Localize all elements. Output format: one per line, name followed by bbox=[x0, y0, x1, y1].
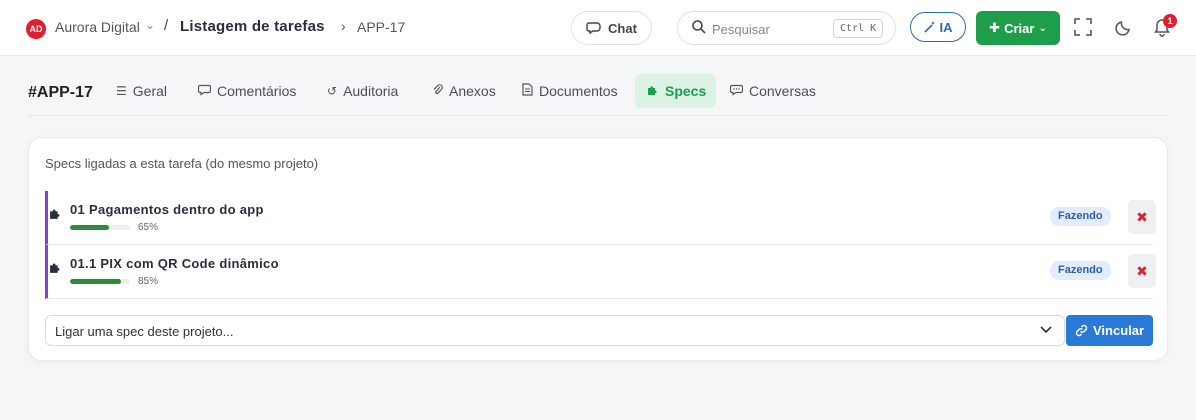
tab-conversas[interactable]: Conversas bbox=[718, 74, 828, 108]
create-label: Criar bbox=[1004, 20, 1035, 36]
breadcrumb-separator: / bbox=[164, 17, 169, 34]
spec-row[interactable]: 01 Pagamentos dentro do app 65% Fazendo … bbox=[45, 191, 1156, 245]
specs-card: Specs ligadas a esta tarefa (do mesmo pr… bbox=[28, 137, 1168, 361]
top-bar: AD Aurora Digital ⌄ / Listagem de tarefa… bbox=[0, 0, 1196, 56]
fullscreen-icon[interactable] bbox=[1072, 15, 1094, 39]
list-icon: ☰ bbox=[116, 84, 127, 98]
tabs-divider bbox=[28, 115, 1168, 116]
link-spec-label: Vincular bbox=[1092, 323, 1145, 338]
link-spec-button[interactable]: Vincular bbox=[1066, 315, 1153, 346]
comment-icon bbox=[197, 84, 212, 99]
chat-label: Chat bbox=[608, 20, 637, 36]
spec-name[interactable]: 01 Pagamentos dentro do app bbox=[70, 202, 264, 217]
tab-label: Conversas bbox=[749, 83, 816, 99]
tab-documentos[interactable]: Documentos bbox=[510, 74, 630, 108]
search-box[interactable]: Ctrl K bbox=[677, 11, 896, 45]
history-icon: ↺ bbox=[327, 84, 338, 98]
chevron-down-icon bbox=[1039, 322, 1053, 339]
plus-icon: ✚ bbox=[989, 20, 1001, 35]
paperclip-icon bbox=[432, 83, 443, 99]
status-badge: Fazendo bbox=[1050, 261, 1111, 280]
tab-label: Comentários bbox=[217, 83, 297, 99]
spec-progress-fill bbox=[70, 279, 121, 284]
create-button[interactable]: ✚ Criar ⌄ bbox=[976, 11, 1060, 45]
chat-button[interactable]: Chat bbox=[571, 11, 652, 45]
chevron-right-icon: › bbox=[341, 18, 346, 34]
close-icon: ✖ bbox=[1136, 208, 1148, 225]
puzzle-icon bbox=[49, 207, 62, 223]
tab-geral[interactable]: ☰ Geral bbox=[104, 74, 179, 108]
org-avatar[interactable]: AD bbox=[26, 19, 46, 39]
search-shortcut: Ctrl K bbox=[833, 19, 884, 38]
search-input[interactable] bbox=[712, 20, 822, 38]
tab-anexos[interactable]: Anexos bbox=[420, 74, 508, 108]
document-icon bbox=[522, 83, 533, 99]
link-icon bbox=[1075, 324, 1088, 337]
chat-bubble-icon bbox=[586, 22, 601, 35]
search-icon bbox=[692, 20, 706, 34]
spec-progress-bar bbox=[70, 225, 130, 230]
chevron-down-icon[interactable]: ⌄ bbox=[145, 18, 155, 32]
tab-label: Anexos bbox=[449, 83, 496, 99]
notification-badge: 1 bbox=[1163, 14, 1177, 28]
org-name[interactable]: Aurora Digital bbox=[55, 19, 140, 35]
moon-icon[interactable] bbox=[1113, 15, 1135, 39]
breadcrumb-task-list[interactable]: Listagem de tarefas bbox=[180, 18, 325, 35]
status-badge: Fazendo bbox=[1050, 207, 1111, 226]
ia-button[interactable]: IA bbox=[910, 12, 966, 42]
ia-label: IA bbox=[939, 19, 953, 35]
remove-spec-button[interactable]: ✖ bbox=[1128, 200, 1156, 234]
spec-row[interactable]: 01.1 PIX com QR Code dinâmico 85% Fazend… bbox=[45, 245, 1156, 299]
task-id: #APP-17 bbox=[28, 84, 93, 101]
remove-spec-button[interactable]: ✖ bbox=[1128, 254, 1156, 288]
spec-progress-bar bbox=[70, 279, 130, 284]
tab-label: Documentos bbox=[539, 83, 618, 99]
puzzle-icon bbox=[49, 261, 62, 277]
spec-progress-fill bbox=[70, 225, 109, 230]
breadcrumb-current: APP-17 bbox=[357, 19, 406, 35]
specs-card-title: Specs ligadas a esta tarefa (do mesmo pr… bbox=[45, 156, 319, 171]
tab-comentarios[interactable]: Comentários bbox=[186, 74, 308, 108]
spec-progress-label: 85% bbox=[138, 276, 159, 287]
tab-label: Specs bbox=[665, 83, 707, 99]
chat-icon bbox=[729, 84, 744, 99]
tab-specs[interactable]: Specs bbox=[635, 74, 716, 108]
spec-select-value: Ligar uma spec deste projeto... bbox=[55, 324, 234, 339]
magic-wand-icon bbox=[923, 21, 935, 33]
tab-label: Auditoria bbox=[343, 83, 399, 99]
close-icon: ✖ bbox=[1136, 262, 1148, 279]
tab-auditoria[interactable]: ↺ Auditoria bbox=[315, 74, 410, 108]
spec-progress-label: 65% bbox=[138, 222, 159, 233]
tab-label: Geral bbox=[132, 83, 167, 99]
spec-name[interactable]: 01.1 PIX com QR Code dinâmico bbox=[70, 256, 279, 271]
spec-select[interactable]: Ligar uma spec deste projeto... bbox=[45, 315, 1065, 346]
puzzle-icon bbox=[647, 84, 659, 99]
chevron-down-icon: ⌄ bbox=[1038, 22, 1047, 34]
